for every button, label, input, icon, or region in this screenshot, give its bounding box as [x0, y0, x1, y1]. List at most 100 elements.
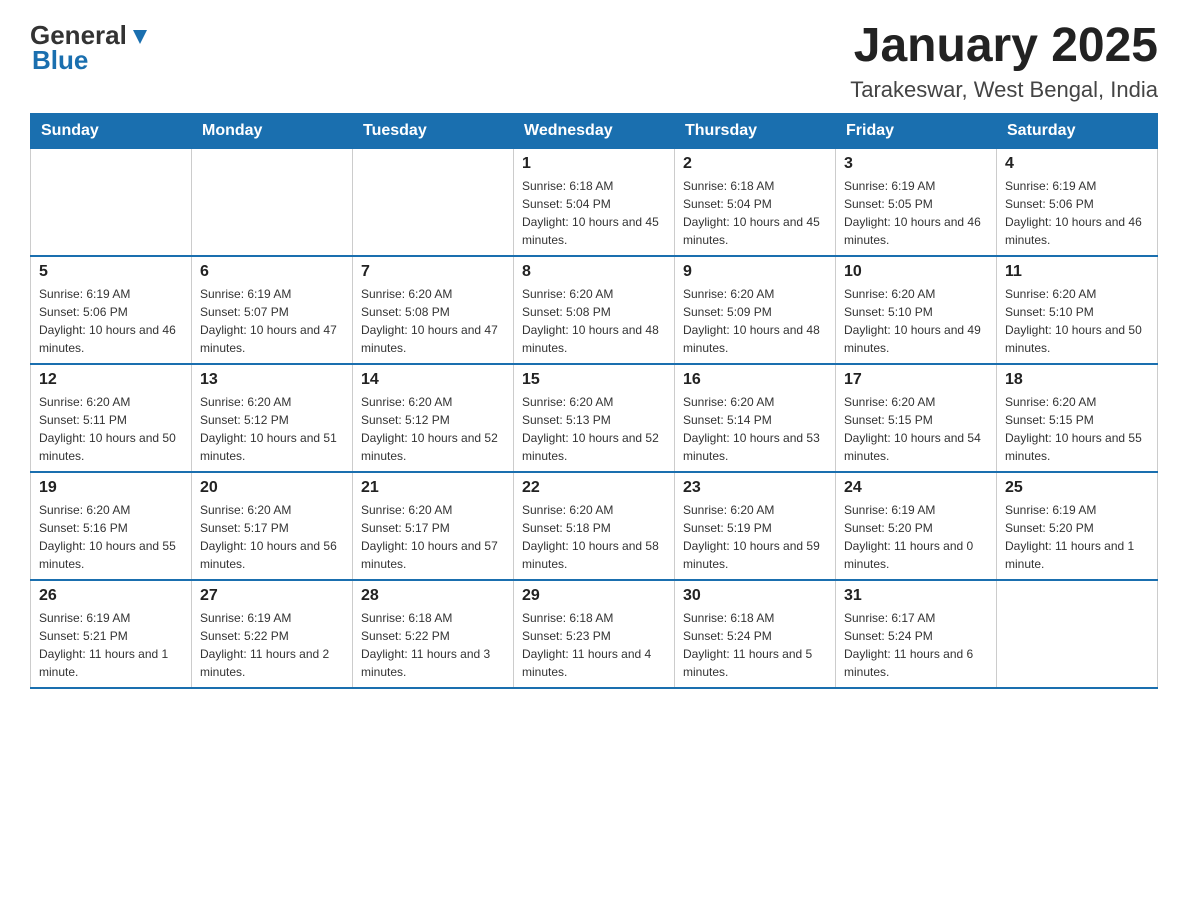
calendar-cell: 6Sunrise: 6:19 AMSunset: 5:07 PMDaylight… — [192, 256, 353, 364]
calendar-cell: 27 Sunrise: 6:19 AMSunset: 5:22 PMDayligh… — [192, 580, 353, 688]
calendar-cell: 12 Sunrise: 6:20 AMSunset: 5:11 PMDayligh… — [31, 364, 192, 472]
calendar-cell: 16 Sunrise: 6:20 AMSunset: 5:14 PMDayligh… — [675, 364, 836, 472]
calendar-cell: 14 Sunrise: 6:20 AMSunset: 5:12 PMDayligh… — [353, 364, 514, 472]
calendar-week-row: 1 Sunrise: 6:18 AMSunset: 5:04 PMDaylight… — [31, 148, 1158, 256]
day-info: Sunrise: 6:19 AMSunset: 5:20 PMDaylight:… — [844, 501, 988, 573]
calendar-day-header: Tuesday — [353, 113, 514, 148]
calendar-cell: 31 Sunrise: 6:17 AMSunset: 5:24 PMDayligh… — [836, 580, 997, 688]
day-info: Sunrise: 6:20 AMSunset: 5:19 PMDaylight:… — [683, 501, 827, 573]
calendar-cell: 3Sunrise: 6:19 AMSunset: 5:05 PMDaylight… — [836, 148, 997, 256]
day-number: 25 — [1005, 479, 1149, 497]
day-info: Sunrise: 6:18 AMSunset: 5:04 PMDaylight:… — [522, 177, 666, 249]
day-number: 30 — [683, 587, 827, 605]
calendar-header-row: SundayMondayTuesdayWednesdayThursdayFrid… — [31, 113, 1158, 148]
day-number: 31 — [844, 587, 988, 605]
calendar-cell — [353, 148, 514, 256]
calendar-week-row: 26 Sunrise: 6:19 AMSunset: 5:21 PMDayligh… — [31, 580, 1158, 688]
calendar-day-header: Sunday — [31, 113, 192, 148]
day-info: Sunrise: 6:20 AMSunset: 5:13 PMDaylight:… — [522, 393, 666, 465]
day-info: Sunrise: 6:20 AMSunset: 5:10 PMDaylight:… — [844, 285, 988, 357]
day-number: 7 — [361, 263, 505, 281]
day-info: Sunrise: 6:18 AMSunset: 5:22 PMDaylight:… — [361, 609, 505, 681]
day-number: 20 — [200, 479, 344, 497]
day-number: 17 — [844, 371, 988, 389]
day-number: 23 — [683, 479, 827, 497]
calendar-cell: 24 Sunrise: 6:19 AMSunset: 5:20 PMDayligh… — [836, 472, 997, 580]
calendar-cell: 25Sunrise: 6:19 AMSunset: 5:20 PMDayligh… — [997, 472, 1158, 580]
calendar-table: SundayMondayTuesdayWednesdayThursdayFrid… — [30, 113, 1158, 689]
calendar-cell: 22Sunrise: 6:20 AMSunset: 5:18 PMDayligh… — [514, 472, 675, 580]
page-subtitle: Tarakeswar, West Bengal, India — [850, 77, 1158, 103]
day-info: Sunrise: 6:20 AMSunset: 5:08 PMDaylight:… — [361, 285, 505, 357]
day-number: 29 — [522, 587, 666, 605]
day-number: 27 — [200, 587, 344, 605]
calendar-cell: 5 Sunrise: 6:19 AMSunset: 5:06 PMDaylight… — [31, 256, 192, 364]
calendar-week-row: 19 Sunrise: 6:20 AMSunset: 5:16 PMDayligh… — [31, 472, 1158, 580]
calendar-cell — [192, 148, 353, 256]
logo: General Blue — [30, 20, 151, 76]
day-info: Sunrise: 6:20 AMSunset: 5:12 PMDaylight:… — [361, 393, 505, 465]
calendar-cell — [31, 148, 192, 256]
day-info: Sunrise: 6:20 AMSunset: 5:16 PMDaylight:… — [39, 501, 183, 573]
day-info: Sunrise: 6:20 AMSunset: 5:11 PMDaylight:… — [39, 393, 183, 465]
calendar-cell: 26 Sunrise: 6:19 AMSunset: 5:21 PMDayligh… — [31, 580, 192, 688]
day-info: Sunrise: 6:20 AMSunset: 5:10 PMDaylight:… — [1005, 285, 1149, 357]
day-number: 24 — [844, 479, 988, 497]
day-number: 16 — [683, 371, 827, 389]
day-info: Sunrise: 6:19 AMSunset: 5:07 PMDaylight:… — [200, 285, 344, 357]
day-info: Sunrise: 6:19 AMSunset: 5:21 PMDaylight:… — [39, 609, 183, 681]
day-number: 26 — [39, 587, 183, 605]
day-info: Sunrise: 6:20 AMSunset: 5:08 PMDaylight:… — [522, 285, 666, 357]
day-number: 9 — [683, 263, 827, 281]
day-info: Sunrise: 6:20 AMSunset: 5:15 PMDaylight:… — [844, 393, 988, 465]
calendar-cell: 1 Sunrise: 6:18 AMSunset: 5:04 PMDaylight… — [514, 148, 675, 256]
day-number: 8 — [522, 263, 666, 281]
logo-triangle-icon — [129, 26, 151, 48]
calendar-cell: 7 Sunrise: 6:20 AMSunset: 5:08 PMDaylight… — [353, 256, 514, 364]
calendar-cell: 17 Sunrise: 6:20 AMSunset: 5:15 PMDayligh… — [836, 364, 997, 472]
day-info: Sunrise: 6:19 AMSunset: 5:06 PMDaylight:… — [39, 285, 183, 357]
logo-blue-text: Blue — [32, 45, 88, 76]
day-info: Sunrise: 6:20 AMSunset: 5:14 PMDaylight:… — [683, 393, 827, 465]
day-info: Sunrise: 6:18 AMSunset: 5:24 PMDaylight:… — [683, 609, 827, 681]
calendar-cell: 9 Sunrise: 6:20 AMSunset: 5:09 PMDaylight… — [675, 256, 836, 364]
day-info: Sunrise: 6:20 AMSunset: 5:18 PMDaylight:… — [522, 501, 666, 573]
day-number: 3 — [844, 155, 988, 173]
day-number: 10 — [844, 263, 988, 281]
day-number: 13 — [200, 371, 344, 389]
calendar-cell: 21Sunrise: 6:20 AMSunset: 5:17 PMDayligh… — [353, 472, 514, 580]
calendar-week-row: 5 Sunrise: 6:19 AMSunset: 5:06 PMDaylight… — [31, 256, 1158, 364]
calendar-cell: 30 Sunrise: 6:18 AMSunset: 5:24 PMDayligh… — [675, 580, 836, 688]
day-number: 5 — [39, 263, 183, 281]
day-info: Sunrise: 6:19 AMSunset: 5:06 PMDaylight:… — [1005, 177, 1149, 249]
day-info: Sunrise: 6:20 AMSunset: 5:09 PMDaylight:… — [683, 285, 827, 357]
day-number: 28 — [361, 587, 505, 605]
day-number: 1 — [522, 155, 666, 173]
day-number: 12 — [39, 371, 183, 389]
calendar-day-header: Wednesday — [514, 113, 675, 148]
day-info: Sunrise: 6:17 AMSunset: 5:24 PMDaylight:… — [844, 609, 988, 681]
day-number: 15 — [522, 371, 666, 389]
day-number: 19 — [39, 479, 183, 497]
calendar-cell: 20Sunrise: 6:20 AMSunset: 5:17 PMDayligh… — [192, 472, 353, 580]
page-header: General Blue January 2025 Tarakeswar, We… — [30, 20, 1158, 103]
day-info: Sunrise: 6:20 AMSunset: 5:17 PMDaylight:… — [361, 501, 505, 573]
calendar-day-header: Saturday — [997, 113, 1158, 148]
day-number: 11 — [1005, 263, 1149, 281]
calendar-cell: 11 Sunrise: 6:20 AMSunset: 5:10 PMDayligh… — [997, 256, 1158, 364]
day-info: Sunrise: 6:19 AMSunset: 5:22 PMDaylight:… — [200, 609, 344, 681]
calendar-cell: 23 Sunrise: 6:20 AMSunset: 5:19 PMDayligh… — [675, 472, 836, 580]
day-number: 4 — [1005, 155, 1149, 173]
page-title: January 2025 — [850, 20, 1158, 73]
day-number: 14 — [361, 371, 505, 389]
calendar-day-header: Thursday — [675, 113, 836, 148]
day-info: Sunrise: 6:20 AMSunset: 5:15 PMDaylight:… — [1005, 393, 1149, 465]
calendar-cell: 29 Sunrise: 6:18 AMSunset: 5:23 PMDayligh… — [514, 580, 675, 688]
day-number: 18 — [1005, 371, 1149, 389]
calendar-cell: 18 Sunrise: 6:20 AMSunset: 5:15 PMDayligh… — [997, 364, 1158, 472]
calendar-day-header: Friday — [836, 113, 997, 148]
calendar-cell — [997, 580, 1158, 688]
calendar-cell: 13Sunrise: 6:20 AMSunset: 5:12 PMDayligh… — [192, 364, 353, 472]
day-info: Sunrise: 6:18 AMSunset: 5:23 PMDaylight:… — [522, 609, 666, 681]
calendar-cell: 8 Sunrise: 6:20 AMSunset: 5:08 PMDaylight… — [514, 256, 675, 364]
